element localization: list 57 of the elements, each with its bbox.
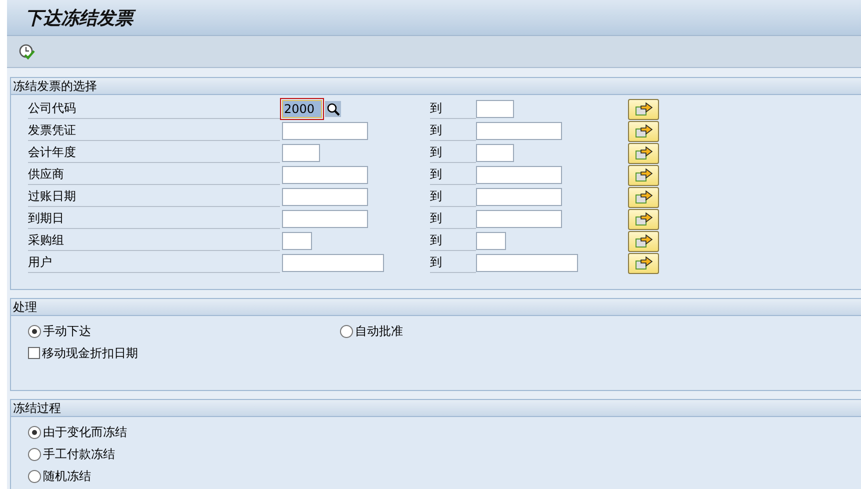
arrow-icon <box>634 102 652 116</box>
clock-check-icon[interactable] <box>18 42 36 60</box>
field-label: 过账日期 <box>28 187 280 207</box>
input-field[interactable] <box>280 230 314 252</box>
input-field[interactable] <box>476 254 578 272</box>
radio-option[interactable]: 由于变化而冻结 <box>28 421 861 443</box>
input-field[interactable] <box>280 120 370 142</box>
radio-option[interactable]: 随机冻结 <box>28 465 861 487</box>
input-field[interactable] <box>280 142 322 164</box>
radio-button[interactable] <box>28 448 41 460</box>
radio-button[interactable] <box>340 324 353 338</box>
multiple-selection-button[interactable] <box>628 164 659 186</box>
search-icon[interactable] <box>325 101 341 117</box>
arrow-icon <box>634 146 652 160</box>
group-title: 冻结过程 <box>13 401 61 415</box>
radio-button[interactable] <box>28 324 41 338</box>
multiple-selection-button[interactable] <box>628 186 659 208</box>
input-field[interactable] <box>476 166 562 184</box>
field-label: 采购组 <box>28 231 280 251</box>
input-field[interactable] <box>280 186 370 208</box>
radio-option[interactable]: 手动下达 <box>28 320 340 342</box>
group-title: 冻结发票的选择 <box>13 79 97 93</box>
radio-button[interactable] <box>28 426 41 438</box>
checkbox[interactable] <box>28 347 40 359</box>
input-field[interactable]: 2000 <box>280 98 324 120</box>
multiple-selection-button[interactable] <box>628 98 659 120</box>
arrow-icon <box>634 190 652 204</box>
multiple-selection-button[interactable] <box>628 208 659 230</box>
arrow-icon <box>634 212 652 226</box>
input-field[interactable] <box>280 164 370 186</box>
field-label: 供应商 <box>28 165 280 185</box>
input-field[interactable] <box>280 252 386 274</box>
field-label: 发票凭证 <box>28 121 280 141</box>
field-label: 用户 <box>28 253 280 273</box>
group-title: 处理 <box>13 300 37 314</box>
input-field[interactable] <box>476 188 562 206</box>
input-field[interactable] <box>476 210 562 228</box>
arrow-icon <box>634 124 652 138</box>
radio-button[interactable] <box>28 470 41 482</box>
multiple-selection-button[interactable] <box>628 120 659 142</box>
arrow-icon <box>634 256 652 270</box>
checkbox-option[interactable]: 移动现金折扣日期 <box>28 342 861 364</box>
radio-option[interactable]: 自动批准 <box>340 320 403 342</box>
input-field[interactable] <box>476 122 562 140</box>
arrow-icon <box>634 234 652 248</box>
input-field[interactable] <box>476 144 514 162</box>
multiple-selection-button[interactable] <box>628 230 659 252</box>
multiple-selection-button[interactable] <box>628 252 659 274</box>
field-label: 公司代码 <box>28 99 280 119</box>
input-field[interactable] <box>280 208 370 230</box>
field-label: 到期日 <box>28 209 280 229</box>
arrow-icon <box>634 168 652 182</box>
field-label: 会计年度 <box>28 143 280 163</box>
input-field[interactable] <box>476 232 506 250</box>
radio-option[interactable]: 手工付款冻结 <box>28 443 861 465</box>
input-field[interactable] <box>476 100 514 118</box>
multiple-selection-button[interactable] <box>628 142 659 164</box>
